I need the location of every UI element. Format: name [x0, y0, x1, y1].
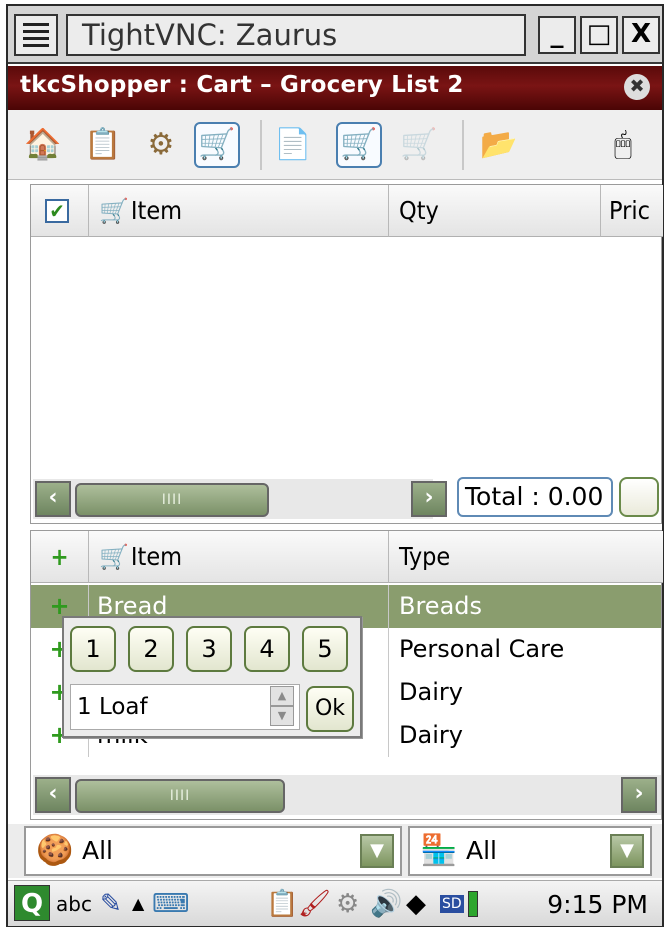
- taskbar: Q abc ✎ ▲ ⌨ 📋 🖌 ⚙ 🔊 ◆ SD 9:15 PM: [8, 880, 662, 926]
- cart-icon[interactable]: 🛒: [194, 122, 240, 168]
- app-title: tkcShopper : Cart – Grocery List 2: [20, 72, 464, 98]
- filter-bar: 🍪 All ▼ 🏪 All ▼: [8, 824, 662, 878]
- cart-total-button[interactable]: [619, 477, 659, 517]
- items-scrollbar-thumb[interactable]: IIII: [75, 779, 285, 813]
- toolbar-separator: [462, 120, 464, 170]
- checkout-icon[interactable]: 🛒: [396, 122, 442, 168]
- cart-total: Total : 0.00: [457, 477, 613, 517]
- list-icon[interactable]: 📋: [80, 122, 126, 168]
- items-header-add[interactable]: +: [31, 531, 89, 583]
- category-filter-value: All: [82, 836, 113, 865]
- quantity-5-button[interactable]: 5: [302, 626, 348, 672]
- network-icon[interactable]: ◆: [406, 887, 426, 921]
- stepper-down-icon[interactable]: ▼: [270, 706, 294, 726]
- add-icon: +: [50, 543, 69, 571]
- item-type: Personal Care: [399, 635, 565, 663]
- launcher-icon[interactable]: Q: [14, 885, 50, 921]
- select-all-checkbox[interactable]: ✔: [45, 199, 69, 223]
- clipboard-icon[interactable]: 📋: [266, 887, 298, 921]
- cart-table: ✔ 🛒Item Qty Pric ‹ IIII › Total : 0.00: [30, 184, 663, 524]
- new-document-icon[interactable]: 📄: [270, 122, 316, 168]
- cart-header-price[interactable]: Pric: [601, 185, 663, 237]
- stepper-up-icon[interactable]: ▲: [270, 686, 294, 706]
- category-icon: 🍪: [36, 833, 74, 868]
- store-filter-value: All: [466, 836, 497, 865]
- cart-header-qty[interactable]: Qty: [389, 185, 601, 237]
- app-title-bar: tkcShopper : Cart – Grocery List 2 ✖: [8, 66, 662, 110]
- pen-icon[interactable]: ✎: [100, 887, 122, 921]
- vnc-window-title: TightVNC: Zaurus: [66, 14, 526, 56]
- minimize-button[interactable]: _: [538, 16, 576, 54]
- add-to-cart-icon[interactable]: 🛒: [336, 122, 382, 168]
- clock[interactable]: 9:15 PM: [547, 889, 648, 921]
- toolbar: 🏠 📋 ⚙ 🛒 📄 🛒 🛒 📂 🖱: [8, 110, 662, 180]
- app-close-icon[interactable]: ✖: [624, 74, 650, 100]
- chevron-down-icon[interactable]: ▼: [610, 834, 644, 868]
- items-scroll-right-button[interactable]: ›: [621, 777, 657, 813]
- home-icon[interactable]: 🏠: [20, 122, 66, 168]
- store-icon: 🏪: [420, 833, 458, 868]
- cart-icon: 🛒: [99, 197, 129, 225]
- quantity-input[interactable]: 1 Loaf: [70, 684, 300, 730]
- cart-header-item[interactable]: 🛒Item: [89, 185, 389, 237]
- items-scroll-left-button[interactable]: ‹: [35, 777, 71, 813]
- vnc-title-bar: TightVNC: Zaurus _ □ X: [8, 6, 662, 64]
- quantity-2-button[interactable]: 2: [128, 626, 174, 672]
- vnc-window: TightVNC: Zaurus _ □ X tkcShopper : Cart…: [6, 4, 664, 927]
- toolbar-separator: [260, 120, 262, 170]
- cart-icon: 🛒: [99, 543, 129, 571]
- chevron-down-icon[interactable]: ▼: [360, 834, 394, 868]
- cart-scroll-right-button[interactable]: ›: [411, 481, 447, 517]
- store-filter-select[interactable]: 🏪 All ▼: [408, 826, 652, 876]
- vnc-menu-icon[interactable]: [14, 14, 58, 56]
- cart-scroll-left-button[interactable]: ‹: [35, 481, 71, 517]
- quantity-stepper[interactable]: ▲ ▼: [270, 686, 296, 728]
- mouse-icon[interactable]: 🖱: [600, 122, 646, 168]
- input-method[interactable]: abc: [56, 887, 92, 921]
- open-folder-icon[interactable]: 📂: [476, 122, 522, 168]
- items-header-item[interactable]: 🛒Item: [89, 531, 389, 583]
- gear-icon[interactable]: ⚙: [336, 887, 359, 921]
- maximize-button[interactable]: □: [580, 16, 618, 54]
- arrow-up-icon[interactable]: ▲: [132, 887, 144, 921]
- items-header-type[interactable]: Type: [389, 531, 663, 583]
- quantity-1-button[interactable]: 1: [70, 626, 116, 672]
- quantity-4-button[interactable]: 4: [244, 626, 290, 672]
- item-type: Breads: [399, 592, 483, 620]
- keyboard-icon[interactable]: ⌨: [152, 887, 190, 921]
- quantity-3-button[interactable]: 3: [186, 626, 232, 672]
- item-type: Dairy: [399, 678, 463, 706]
- close-button[interactable]: X: [622, 16, 660, 54]
- volume-icon[interactable]: 🔊: [370, 887, 402, 921]
- category-filter-select[interactable]: 🍪 All ▼: [24, 826, 402, 876]
- cart-scrollbar-thumb[interactable]: IIII: [75, 483, 269, 517]
- brush-icon[interactable]: 🖌: [298, 887, 331, 921]
- quantity-popup: 1 2 3 4 5 1 Loaf ▲ ▼ Ok: [62, 616, 362, 738]
- battery-icon[interactable]: [468, 891, 478, 917]
- preferences-icon[interactable]: ⚙: [138, 122, 184, 168]
- item-type: Dairy: [399, 721, 463, 749]
- ok-button[interactable]: Ok: [306, 686, 354, 732]
- cart-header-check[interactable]: ✔: [31, 185, 89, 237]
- sd-card-icon[interactable]: SD: [440, 895, 464, 913]
